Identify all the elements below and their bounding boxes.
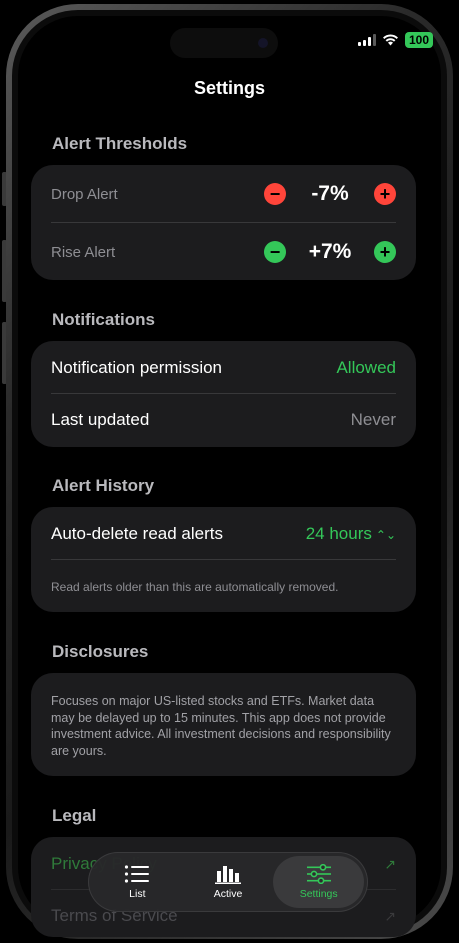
notification-permission-value: Allowed	[336, 358, 396, 377]
rise-alert-value: +7%	[308, 240, 352, 263]
section-header-legal: Legal	[52, 806, 97, 825]
tab-list[interactable]: List	[92, 856, 183, 908]
auto-delete-footnote: Read alerts older than this are automati…	[51, 580, 339, 594]
divider	[51, 222, 396, 223]
divider	[51, 393, 396, 394]
external-link-icon: ↗	[384, 855, 396, 872]
dynamic-island	[170, 28, 278, 58]
wifi-icon	[382, 34, 398, 46]
rise-alert-stepper: − +7% +	[264, 240, 396, 264]
alert-history-card: Auto-delete read alerts 24 hours ⌃⌄ Read …	[31, 507, 416, 612]
external-link-icon: ↗	[384, 907, 396, 924]
tab-active-label: Active	[213, 888, 243, 900]
drop-increment-button[interactable]: +	[374, 183, 396, 205]
rise-decrement-button[interactable]: −	[264, 241, 286, 263]
disclosures-card: Focuses on major US-listed stocks and ET…	[31, 673, 416, 776]
page-title: Settings	[193, 78, 265, 98]
last-updated-label: Last updated	[51, 410, 150, 429]
notifications-card: Notification permission Allowed Last upd…	[31, 341, 416, 447]
chevron-up-down-icon: ⌃⌄	[375, 528, 396, 542]
tab-list-label: List	[129, 888, 146, 900]
camera-icon	[258, 38, 268, 48]
section-header-alert-thresholds: Alert Thresholds	[52, 134, 188, 153]
last-updated-row: Last updated Never	[51, 405, 396, 435]
drop-alert-row: Drop Alert − -7% +	[51, 179, 396, 209]
alert-thresholds-card: Drop Alert − -7% + Rise Alert − +7% +	[31, 165, 416, 280]
notification-permission-label: Notification permission	[51, 358, 223, 377]
drop-alert-value: -7%	[311, 182, 349, 205]
auto-delete-picker[interactable]: 24 hours ⌃⌄	[306, 524, 396, 544]
drop-alert-stepper: − -7% +	[264, 182, 396, 206]
auto-delete-row: Auto-delete read alerts 24 hours ⌃⌄	[51, 519, 396, 549]
auto-delete-label: Auto-delete read alerts	[51, 524, 223, 543]
signal-icon	[357, 34, 376, 46]
rise-alert-label: Rise Alert	[51, 243, 116, 261]
section-header-alert-history: Alert History	[52, 476, 155, 495]
list-icon	[125, 865, 150, 883]
tab-settings-label: Settings	[299, 888, 338, 900]
status-bar: 100	[357, 32, 433, 48]
disclosures-text: Focuses on major US-listed stocks and ET…	[51, 694, 391, 758]
section-header-notifications: Notifications	[52, 310, 155, 329]
rise-increment-button[interactable]: +	[374, 241, 396, 263]
tab-bar: List Active Settings	[88, 852, 368, 912]
rise-alert-row: Rise Alert − +7% +	[51, 237, 396, 267]
drop-decrement-button[interactable]: −	[264, 183, 286, 205]
drop-alert-label: Drop Alert	[51, 185, 118, 203]
last-updated-value: Never	[350, 410, 396, 429]
auto-delete-value: 24 hours	[305, 524, 372, 543]
divider	[51, 559, 396, 560]
bar-chart-icon	[215, 866, 241, 884]
battery-indicator: 100	[404, 32, 433, 48]
tab-active[interactable]: Active	[183, 856, 274, 908]
tab-settings[interactable]: Settings	[273, 856, 365, 908]
sliders-icon	[306, 864, 331, 884]
notification-permission-row[interactable]: Notification permission Allowed	[51, 353, 396, 383]
section-header-disclosures: Disclosures	[52, 642, 149, 661]
